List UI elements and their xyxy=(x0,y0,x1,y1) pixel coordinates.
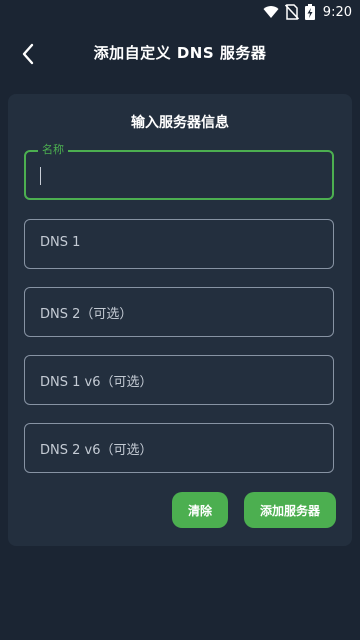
dns1-v6-input[interactable]: DNS 1 v6（可选） xyxy=(24,355,334,405)
status-time: 9:20 xyxy=(322,4,352,20)
clear-button[interactable]: 清除 xyxy=(172,492,228,528)
battery-charging-icon xyxy=(304,4,315,20)
status-icons: 9:20 xyxy=(263,3,352,21)
dns1-input[interactable]: DNS 1 xyxy=(24,219,334,269)
text-cursor xyxy=(40,167,41,185)
page-title: 添加自定义 DNS 服务器 xyxy=(93,44,267,62)
app-bar: 添加自定义 DNS 服务器 xyxy=(0,24,360,80)
dns2-input[interactable]: DNS 2（可选） xyxy=(24,287,334,337)
server-form-card: 输入服务器信息 名称 DNS 1 DNS 2（可选） DNS 1 v6（可选） … xyxy=(8,94,352,546)
no-sim-icon xyxy=(284,4,299,20)
name-input[interactable]: 名称 xyxy=(24,143,334,200)
wifi-icon xyxy=(263,6,279,19)
add-server-button[interactable]: 添加服务器 xyxy=(244,492,336,528)
dns1-placeholder: DNS 1 xyxy=(40,235,81,250)
name-input-label: 名称 xyxy=(38,143,68,157)
dns2-placeholder: DNS 2（可选） xyxy=(40,307,133,322)
status-bar: 9:20 xyxy=(0,0,360,24)
dns1-v6-placeholder: DNS 1 v6（可选） xyxy=(40,375,153,390)
dns2-v6-placeholder: DNS 2 v6（可选） xyxy=(40,443,153,458)
dns2-v6-input[interactable]: DNS 2 v6（可选） xyxy=(24,423,334,473)
form-title: 输入服务器信息 xyxy=(131,115,229,131)
